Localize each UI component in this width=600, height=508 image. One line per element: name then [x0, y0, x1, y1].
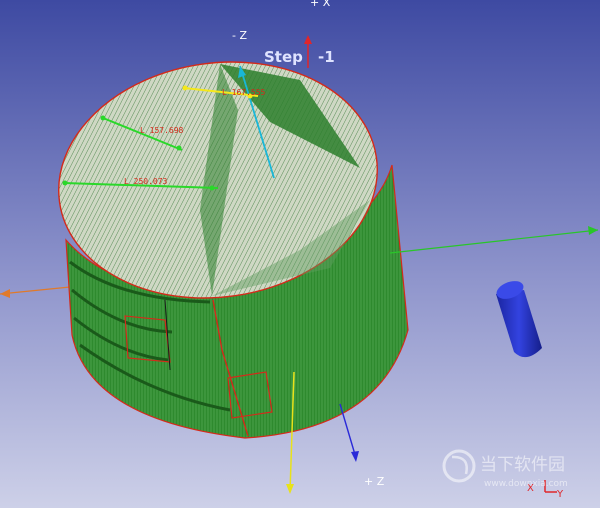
dimension-point [182, 85, 188, 91]
dimension-label-3: L 250.073 [124, 177, 168, 186]
dimension-point [62, 180, 68, 186]
watermark-url: www.downxia.com [484, 479, 568, 489]
step-value: -1 [318, 48, 335, 66]
triad-y-label: Y [556, 489, 564, 500]
dimension-label-2: L 157.698 [140, 126, 184, 135]
axis-label-plus-x: + X [310, 0, 331, 9]
dimension-point [100, 115, 106, 121]
step-label: Step [264, 48, 303, 66]
axis-label-minus-z: - Z [232, 29, 247, 42]
3d-viewport[interactable]: L 167.555 L 157.698 L 250.073 + X - Z + … [0, 0, 600, 508]
dimension-label-1: L 167.555 [222, 88, 266, 97]
watermark-text-cn: 当下软件园 [480, 455, 565, 475]
dimension-point [176, 145, 182, 151]
axis-label-plus-z: + Z [364, 475, 385, 488]
dimension-point [209, 185, 215, 191]
viewport-canvas[interactable]: L 167.555 L 157.698 L 250.073 + X - Z + … [0, 0, 600, 508]
